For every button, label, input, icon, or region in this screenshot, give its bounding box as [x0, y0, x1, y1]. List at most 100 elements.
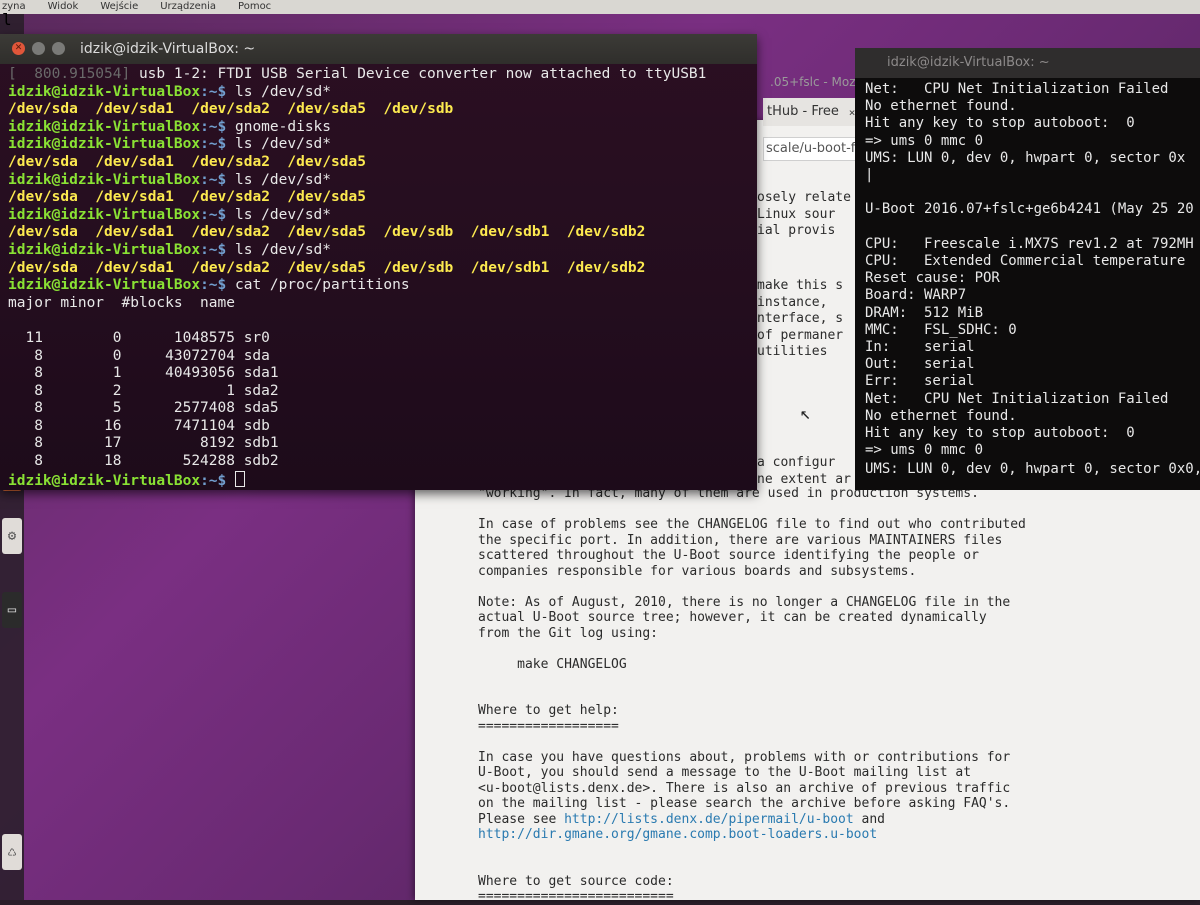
prompt-user: idzik@idzik-VirtualBox	[8, 241, 201, 258]
serial-line: UMS: LUN 0, dev 0, hwpart 0, sector 0x0,	[865, 461, 1200, 478]
terminal-output[interactable]: [ 800.915054] usb 1-2: FTDI USB Serial D…	[8, 66, 753, 490]
prompt-user: idzik@idzik-VirtualBox	[8, 206, 201, 223]
readme-line: <u-boot@lists.denx.de>. There is also an…	[478, 780, 1011, 796]
menu-fragment: l	[2, 10, 12, 29]
prompt-path: :~$	[200, 277, 235, 294]
terminal-line: /dev/sda /dev/sda1 /dev/sda2 /dev/sda5 /…	[8, 260, 753, 278]
device-name: /dev/sda2	[191, 259, 270, 276]
prompt-user: idzik@idzik-VirtualBox	[8, 277, 201, 294]
readme-line: Note: As of August, 2010, there is no lo…	[478, 594, 1011, 610]
gmane-link[interactable]: http://dir.gmane.org/gmane.comp.boot-loa…	[478, 827, 877, 842]
kernel-timestamp: [ 800.915054]	[8, 66, 131, 82]
serial-line: U-Boot 2016.07+fslc+ge6b4241 (May 25 20	[865, 201, 1194, 218]
device-name: /dev/sdb	[383, 224, 454, 241]
fragment-line: a configur	[757, 455, 836, 470]
device-name: /dev/sda	[8, 153, 78, 170]
mailing-list-link[interactable]: http://lists.denx.de/pipermail/u-boot	[564, 812, 854, 827]
terminal-cursor	[234, 470, 245, 487]
serial-line: MMC: FSL_SDHC: 0	[865, 321, 1017, 338]
terminal-line: idzik@idzik-VirtualBox:~$ ls /dev/sd*	[8, 136, 753, 154]
partition-row: 8 1 40493056 sda1	[8, 365, 279, 382]
device-name: /dev/sda2	[191, 224, 270, 241]
command-text: ls /dev/sd*	[234, 171, 332, 188]
serial-line: |	[865, 167, 874, 184]
device-name: /dev/sda	[8, 259, 78, 276]
readme-line: Please see http://lists.denx.de/pipermai…	[478, 812, 1198, 828]
blank	[478, 641, 1198, 657]
readme-line: In case of problems see the CHANGELOG fi…	[478, 517, 1026, 532]
readme-line: the specific port. In addition, there ar…	[478, 532, 1003, 548]
settings-icon[interactable]: ⚙	[2, 518, 22, 554]
serial-line: Out: serial	[865, 356, 975, 373]
serial-line: Net: CPU Net Initialization Failed	[865, 390, 1169, 407]
terminal-line: 8 17 8192 sdb1	[8, 435, 753, 453]
terminal-line: 8 0 43072704 sda	[8, 348, 753, 366]
command-text: gnome-disks	[234, 118, 332, 135]
device-name: /dev/sda5	[287, 259, 366, 276]
fragment-line: utilities	[757, 344, 828, 359]
menu-item[interactable]: Pomoc	[238, 1, 271, 12]
readme-text-span: Please see	[478, 811, 565, 827]
terminal-line: idzik@idzik-VirtualBox:~$ ls /dev/sd*	[8, 172, 753, 190]
partition-row: 8 16 7471104 sdb	[8, 417, 270, 434]
section-heading: Where to get source code:	[478, 873, 674, 889]
terminal-line: idzik@idzik-VirtualBox:~$ cat /proc/part…	[8, 277, 753, 295]
serial-line: In: serial	[865, 339, 975, 356]
serial-line: Err: serial	[865, 373, 975, 390]
serial-terminal-output: Net: CPU Net Initialization Failed No eth…	[865, 81, 1200, 479]
menu-item[interactable]: Widok	[48, 1, 79, 12]
serial-terminal-window[interactable]: idzik@idzik-VirtualBox: ~ Net: CPU Net I…	[855, 48, 1200, 490]
serial-terminal-title[interactable]: idzik@idzik-VirtualBox: ~	[855, 48, 1200, 78]
terminal-line: idzik@idzik-VirtualBox:~$	[8, 470, 753, 490]
prompt-user: idzik@idzik-VirtualBox	[8, 472, 201, 489]
menu-item[interactable]: Urządzenia	[160, 1, 216, 12]
serial-line: UMS: LUN 0, dev 0, hwpart 0, sector 0x	[865, 149, 1186, 166]
section-heading: Where to get help:	[478, 703, 619, 718]
device-name: /dev/sda1	[95, 189, 174, 206]
vm-menu-bar: zyna Widok Wejście Urządzenia Pomoc	[0, 0, 1200, 14]
browser-tab-faded[interactable]: .05+fslc - Moz	[770, 72, 860, 92]
device-name: /dev/sda1	[95, 153, 174, 170]
prompt-path: :~$	[200, 171, 235, 188]
terminal-titlebar[interactable]: ✕ idzik@idzik-VirtualBox: ~	[0, 34, 757, 64]
partition-row: 11 0 1048575 sr0	[8, 329, 270, 346]
serial-line: Net: CPU Net Initialization Failed	[865, 81, 1169, 97]
terminal-line: 8 5 2577408 sda5	[8, 400, 753, 418]
readme-line: companies responsible for various boards…	[478, 563, 917, 579]
device-name: /dev/sda1	[95, 101, 174, 118]
fragment-line: nterface, s	[757, 311, 844, 326]
blank	[8, 312, 17, 328]
maximize-icon[interactable]	[52, 42, 65, 55]
browser-url-bar[interactable]: scale/u-boot-fs	[763, 137, 867, 161]
device-name: /dev/sda2	[191, 189, 270, 206]
terminal-line: 8 16 7471104 sdb	[8, 418, 753, 436]
section-rule: ==================	[478, 718, 619, 734]
terminal-icon[interactable]: ▭	[2, 592, 22, 628]
fragment-line: make this s	[757, 278, 844, 293]
terminal-window[interactable]: ✕ idzik@idzik-VirtualBox: ~ [ 800.915054…	[0, 34, 757, 490]
prompt-user: idzik@idzik-VirtualBox	[8, 171, 201, 188]
terminal-title: idzik@idzik-VirtualBox: ~	[80, 41, 256, 57]
prompt-user: idzik@idzik-VirtualBox	[8, 136, 201, 153]
prompt-user: idzik@idzik-VirtualBox	[8, 118, 201, 135]
close-icon[interactable]: ✕	[12, 42, 25, 55]
trash-icon[interactable]: ♺	[2, 834, 22, 870]
terminal-line: 8 18 524288 sdb2	[8, 453, 753, 471]
terminal-line: idzik@idzik-VirtualBox:~$ ls /dev/sd*	[8, 207, 753, 225]
menu-item[interactable]: Wejście	[100, 1, 138, 12]
device-name: /dev/sda1	[95, 259, 174, 276]
minimize-icon[interactable]	[32, 42, 45, 55]
